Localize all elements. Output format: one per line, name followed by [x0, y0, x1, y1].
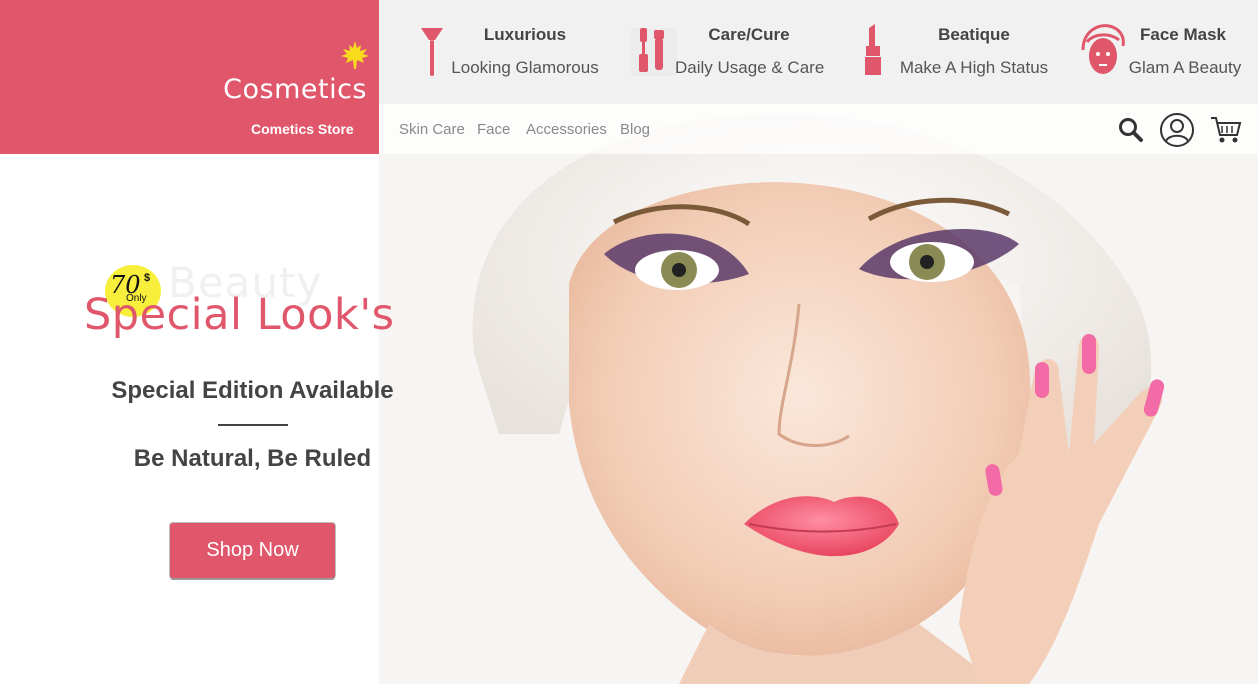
promo-tagline: Be Natural, Be Ruled	[133, 445, 372, 472]
search-icon[interactable]	[1118, 117, 1144, 143]
nav-link-skin-care[interactable]: Skin Care	[399, 121, 465, 138]
promo-subtitle: Special Edition Available	[111, 377, 394, 404]
feature-subtitle: Glam A Beauty	[1128, 58, 1242, 77]
feature-face-mask[interactable]: Face Mask Glam A Beauty	[1079, 0, 1258, 104]
feature-care-cure[interactable]: Care/Cure Daily Usage & Care	[627, 0, 827, 104]
nav-link-blog[interactable]: Blog	[620, 121, 650, 138]
cart-icon[interactable]	[1210, 115, 1242, 145]
brand-name: Cosmetics	[223, 74, 367, 105]
brand-subtitle: Cometics Store	[251, 121, 354, 137]
mascara-icon	[631, 28, 677, 76]
model-portrait	[379, 104, 1258, 684]
feature-title: Care/Cure	[708, 25, 790, 44]
feature-luxurious[interactable]: Luxurious Looking Glamorous	[409, 0, 619, 104]
price-currency: $	[144, 272, 151, 284]
user-icon[interactable]	[1159, 112, 1195, 148]
nav-link-accessories[interactable]: Accessories	[526, 121, 607, 138]
feature-subtitle: Looking Glamorous	[451, 58, 599, 77]
logo-block[interactable]: Cosmetics Cometics Store	[0, 0, 379, 154]
hero-photo	[379, 104, 1258, 684]
maple-leaf-icon	[341, 41, 369, 69]
feature-subtitle: Make A High Status	[899, 58, 1049, 77]
feature-title: Luxurious	[483, 25, 567, 44]
feature-subtitle: Daily Usage & Care	[675, 58, 825, 77]
divider	[218, 424, 288, 426]
feature-bar: Luxurious Looking Glamorous Care/Cure Da…	[379, 0, 1258, 104]
nav-link-face[interactable]: Face	[477, 121, 510, 138]
feature-title: Face Mask	[1140, 25, 1226, 44]
feature-beatique[interactable]: Beatique Make A High Status	[857, 0, 1057, 104]
feature-title: Beatique	[938, 25, 1010, 44]
promo-title: Special Look's	[84, 290, 395, 340]
shop-now-button[interactable]: Shop Now	[170, 523, 335, 578]
